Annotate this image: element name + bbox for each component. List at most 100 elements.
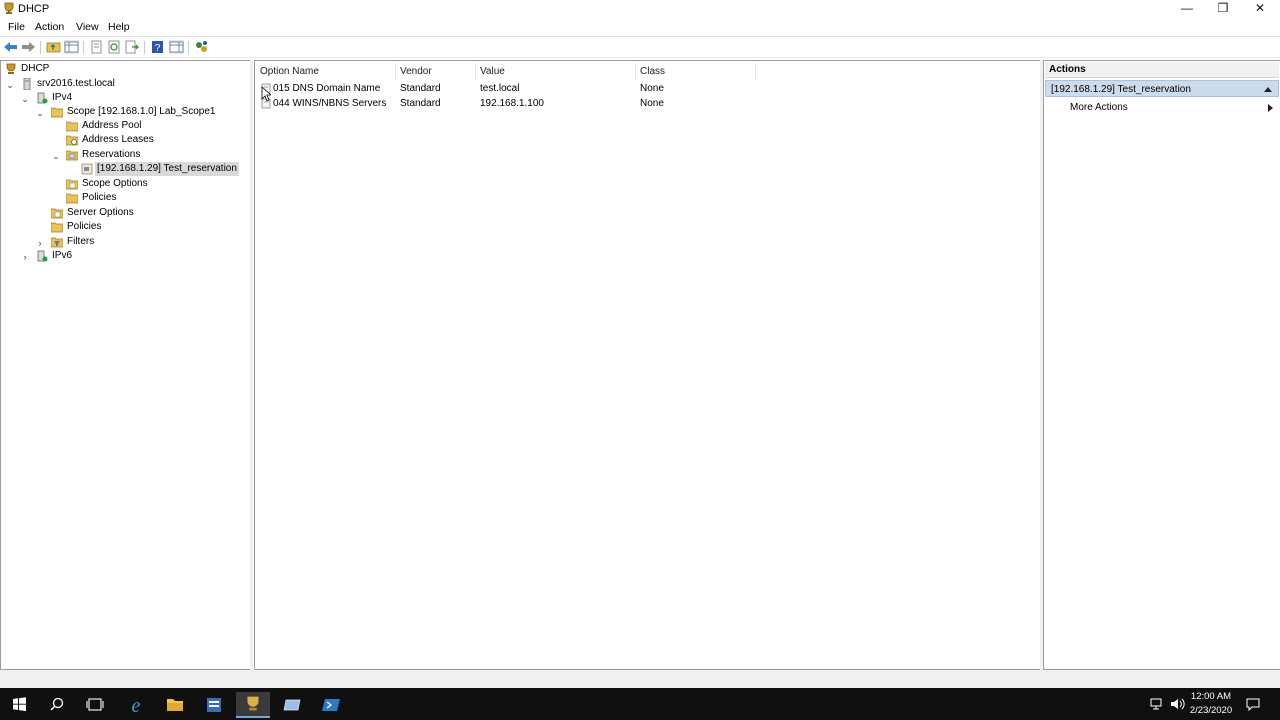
svg-text:?: ? — [155, 43, 161, 54]
tree-label-filters: Filters — [67, 236, 95, 247]
search-icon[interactable] — [40, 692, 74, 718]
toolbar: ? — [0, 36, 1280, 58]
title-bar: DHCP — ❐ ✕ — [0, 0, 1280, 18]
more-actions-item[interactable]: More Actions — [1070, 102, 1128, 113]
cell-option-name: 015 DNS Domain Name — [273, 83, 381, 94]
window-title: DHCP — [18, 3, 50, 15]
chevron-right-icon[interactable]: › — [20, 250, 30, 262]
refresh-icon[interactable] — [107, 40, 122, 54]
cell-class: None — [640, 83, 664, 94]
export-list-icon[interactable] — [125, 40, 140, 54]
chevron-right-icon[interactable]: › — [35, 236, 45, 248]
dhcp-taskbar-icon[interactable] — [236, 692, 270, 718]
reservations-folder-icon — [66, 150, 78, 161]
tree-label-server: srv2016.test.local — [37, 78, 115, 89]
reservation-client-icon — [81, 163, 93, 175]
powershell-icon[interactable] — [314, 692, 348, 718]
properties-sheet-icon[interactable] — [89, 40, 104, 54]
folder-icon — [66, 121, 78, 132]
show-hide-action-pane-icon[interactable] — [169, 40, 184, 54]
column-header-vendor[interactable]: Vendor — [400, 66, 432, 80]
actions-header: Actions — [1045, 62, 1279, 78]
tree-label-reservation: [192.168.1.29] Test_reservation — [95, 162, 239, 176]
toolbar-separator — [144, 41, 145, 54]
chevron-down-icon[interactable]: ⌄ — [35, 106, 45, 118]
folder-icon — [51, 222, 63, 233]
submenu-arrow-icon — [1268, 104, 1273, 112]
menu-help[interactable]: Help — [108, 21, 130, 33]
cell-vendor: Standard — [400, 98, 441, 109]
users-network-icon[interactable] — [194, 40, 209, 54]
table-row[interactable]: 044 WINS/NBNS Servers Standard 192.168.1… — [257, 96, 1037, 111]
column-divider[interactable] — [755, 63, 756, 79]
up-folder-icon[interactable] — [46, 40, 61, 54]
column-header-value[interactable]: Value — [480, 66, 505, 80]
filter-folder-icon — [51, 237, 63, 248]
actions-pane: Actions [192.168.1.29] Test_reservation … — [1043, 60, 1280, 670]
taskbar: e 12:00 AM 2/23/2020 — [0, 688, 1280, 720]
chevron-down-icon[interactable]: ⌄ — [51, 149, 61, 161]
list-header: Option Name Vendor Value Class — [255, 61, 1041, 81]
menu-action[interactable]: Action — [35, 21, 64, 33]
task-view-icon[interactable] — [78, 692, 112, 718]
network-tray-icon[interactable] — [1150, 697, 1166, 711]
cell-class: None — [640, 98, 664, 109]
options-folder-icon — [66, 179, 78, 190]
ipv6-network-icon — [37, 250, 48, 262]
column-header-class[interactable]: Class — [640, 66, 665, 80]
tree-label-ipv4: IPv4 — [52, 92, 73, 103]
help-icon[interactable]: ? — [150, 40, 165, 54]
clock-date[interactable]: 2/23/2020 — [1188, 705, 1234, 716]
close-button[interactable]: ✕ — [1243, 0, 1277, 18]
server-manager-icon[interactable] — [197, 692, 231, 718]
tree-label-reservations: Reservations — [82, 149, 141, 160]
svg-text:e: e — [132, 695, 141, 717]
toolbar-separator — [40, 41, 41, 54]
tree-label-scope-options: Scope Options — [82, 178, 148, 189]
menu-file[interactable]: File — [8, 21, 25, 33]
status-bar — [0, 670, 1280, 688]
column-divider[interactable] — [475, 63, 476, 79]
actions-section-label: [192.168.1.29] Test_reservation — [1051, 84, 1191, 95]
minimize-button[interactable]: — — [1170, 0, 1204, 18]
tree-label-scope: Scope [192.168.1.0] Lab_Scope1 — [67, 106, 216, 117]
tree-label-dhcp: DHCP — [21, 63, 50, 74]
folder-icon — [51, 107, 63, 118]
back-arrow-icon[interactable] — [3, 40, 18, 54]
console-tree-pane: DHCP ⌄ srv2016.test.local ⌄ IPv4 ⌄ Scope… — [0, 60, 252, 670]
ipv4-network-icon — [37, 92, 48, 104]
forward-arrow-icon[interactable] — [21, 40, 36, 54]
internet-explorer-icon[interactable]: e — [119, 692, 153, 718]
cell-option-name: 044 WINS/NBNS Servers — [273, 98, 387, 109]
column-header-option-name[interactable]: Option Name — [260, 66, 319, 80]
tree-label-scope-policies: Policies — [82, 192, 117, 203]
mouse-cursor-icon — [261, 86, 271, 102]
volume-tray-icon[interactable] — [1169, 697, 1185, 711]
show-hide-tree-icon[interactable] — [64, 40, 79, 54]
folder-clock-icon — [66, 135, 78, 146]
pane-splitter[interactable] — [250, 60, 253, 670]
actions-section-reservation[interactable]: [192.168.1.29] Test_reservation — [1045, 80, 1279, 97]
clock-time[interactable]: 12:00 AM — [1188, 691, 1234, 702]
restore-button[interactable]: ❐ — [1206, 0, 1240, 18]
remote-desktop-icon[interactable] — [275, 692, 309, 718]
tree-label-ipv6: IPv6 — [52, 250, 73, 261]
cell-vendor: Standard — [400, 83, 441, 94]
menu-view[interactable]: View — [76, 21, 99, 33]
tree-label-address-pool: Address Pool — [82, 120, 142, 131]
file-explorer-icon[interactable] — [158, 692, 192, 718]
options-folder-icon — [51, 208, 63, 219]
windows-start-icon[interactable] — [2, 692, 36, 718]
chevron-down-icon[interactable]: ⌄ — [5, 78, 15, 90]
collapse-arrow-icon[interactable] — [1264, 86, 1272, 92]
tree-label-address-leases: Address Leases — [82, 134, 154, 145]
column-divider[interactable] — [635, 63, 636, 79]
tree-label-server-options: Server Options — [67, 207, 134, 218]
dhcp-trophy-icon — [6, 63, 16, 74]
chevron-down-icon[interactable]: ⌄ — [20, 92, 30, 104]
results-list-pane: Option Name Vendor Value Class 015 DNS D… — [254, 60, 1042, 670]
notifications-icon[interactable] — [1245, 697, 1261, 711]
column-divider[interactable] — [395, 63, 396, 79]
table-row[interactable]: 015 DNS Domain Name Standard test.local … — [257, 81, 1037, 96]
tree-label-policies: Policies — [67, 221, 102, 232]
